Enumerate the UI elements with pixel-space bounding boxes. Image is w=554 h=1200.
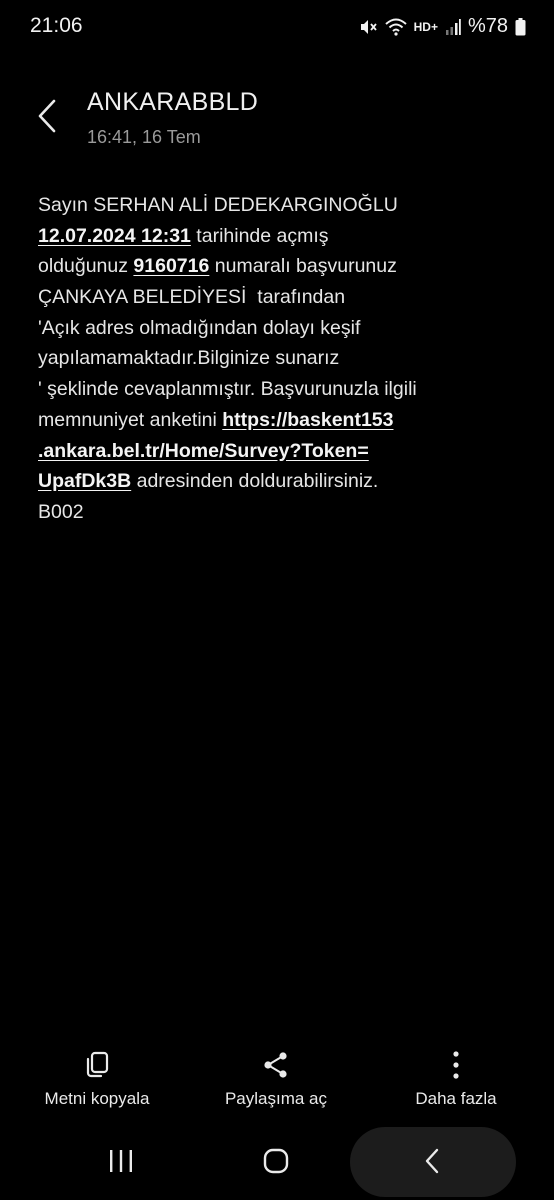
share-button[interactable]: Paylaşıma aç — [218, 1045, 334, 1109]
signal-icon — [445, 18, 461, 36]
mute-icon — [358, 17, 378, 37]
survey-url-link[interactable]: UpafDk3B — [38, 470, 131, 492]
message-line: yapılamamaktadır.Bilginize sunarız — [38, 347, 340, 370]
application-number-link[interactable]: 9160716 — [133, 255, 209, 277]
survey-url-link[interactable]: https://baskent153 — [222, 409, 393, 431]
message-line: 12.07.2024 12:31 tarihinde açmış — [38, 224, 329, 247]
copy-text-button[interactable]: Metni kopyala — [38, 1045, 156, 1109]
conversation-header: ANKARABBLD 16:41, 16 Tem — [0, 80, 554, 160]
share-icon — [262, 1045, 290, 1085]
message-line: ÇANKAYA BELEDİYESİ tarafından — [38, 286, 346, 309]
status-icons: HD+ %78 — [358, 15, 526, 38]
action-bar: Metni kopyala Paylaşıma aç Daha fazla — [0, 1045, 554, 1125]
system-navigation-bar — [0, 1125, 554, 1200]
wifi-icon — [384, 17, 407, 37]
status-bar: 21:06 HD+ %78 — [0, 0, 554, 56]
recent-apps-icon — [110, 1150, 132, 1172]
message-timestamp: 16:41, 16 Tem — [87, 127, 201, 147]
more-options-label: Daha fazla — [415, 1089, 497, 1108]
survey-url-link[interactable]: .ankara.bel.tr/Home/Survey?Token= — [38, 440, 369, 462]
back-nav-button[interactable] — [412, 1145, 452, 1177]
date-link[interactable]: 12.07.2024 12:31 — [38, 225, 191, 247]
message-body: Sayın SERHAN ALİ DEDEKARGINOĞLU 12.07.20… — [38, 190, 518, 528]
message-line: ' şeklinde cevaplanmıştır. Başvurunuzla … — [38, 378, 417, 401]
more-vertical-icon — [451, 1045, 461, 1085]
message-line: 'Açık adres olmadığından dolayı keşif — [38, 316, 361, 339]
copy-icon — [83, 1045, 111, 1085]
battery-level: %78 — [467, 15, 508, 37]
battery-icon — [515, 17, 526, 36]
recent-apps-button[interactable] — [101, 1145, 141, 1177]
message-line: B002 — [38, 500, 84, 523]
home-icon — [263, 1148, 289, 1174]
chevron-left-icon — [38, 99, 56, 133]
more-options-button[interactable]: Daha fazla — [408, 1045, 504, 1109]
message-line: memnuniyet anketini https://baskent153 — [38, 408, 394, 431]
share-label: Paylaşıma aç — [224, 1089, 328, 1108]
message-line: olduğunuz 9160716 numaralı başvurunuz — [38, 255, 397, 278]
status-time: 21:06 — [30, 14, 83, 37]
sender-name: ANKARABBLD — [87, 88, 259, 116]
message-line: UpafDk3B adresinden doldurabilirsiniz. — [38, 470, 379, 493]
back-icon — [425, 1148, 439, 1174]
network-type-label: HD+ — [413, 19, 438, 34]
message-line: .ankara.bel.tr/Home/Survey?Token= — [38, 436, 518, 467]
copy-text-label: Metni kopyala — [44, 1089, 150, 1108]
back-button[interactable] — [30, 96, 64, 136]
message-line: Sayın SERHAN ALİ DEDEKARGINOĞLU — [38, 194, 398, 216]
home-button[interactable] — [256, 1145, 296, 1177]
